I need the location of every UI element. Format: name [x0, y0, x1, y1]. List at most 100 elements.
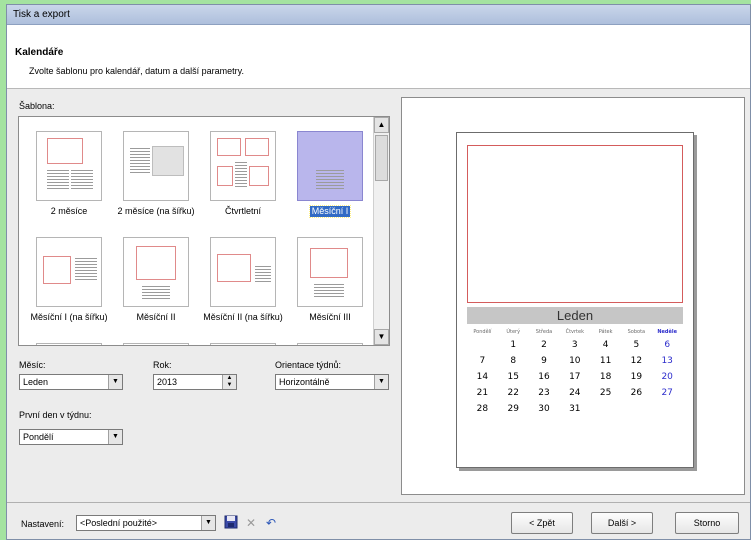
first-day-label: První den v týdnu: [19, 410, 92, 420]
template-thumbnail[interactable] [36, 343, 102, 345]
calendar-day: 11 [599, 356, 612, 366]
template-thumbnail [210, 237, 276, 307]
calendar-day: 9 [541, 356, 547, 366]
template-label: Měsíční II [136, 312, 176, 322]
calendar-day: 31 [569, 404, 581, 414]
weekday-label: Sobota [627, 329, 646, 335]
calendar-week-row: 1 2 3 4 5 6 [467, 337, 683, 353]
first-day-select[interactable]: Pondělí ▼ [19, 429, 123, 445]
calendar-day: 3 [571, 340, 578, 350]
next-button[interactable]: Další > [591, 512, 653, 534]
header-title: Kalendáře [15, 47, 64, 58]
weekday-header-row: Pondělí Úterý Středa Čtvrtek Pátek Sobota Nedě… [467, 327, 683, 337]
calendar-preview: Leden Pondělí Úterý Středa Čtvrtek Pátek Sobo… [401, 97, 745, 495]
template-label: Čtvrtletní [224, 206, 261, 216]
template-quarterly[interactable]: Čtvrtletní [200, 131, 286, 217]
calendar-day: 23 [538, 388, 550, 398]
calendar-day: 17 [569, 372, 581, 382]
calendar-day: 12 [630, 356, 643, 366]
template-thumbnail [36, 237, 102, 307]
scrollbar-thumb[interactable] [375, 135, 388, 181]
month-select[interactable]: Leden ▼ [19, 374, 123, 390]
weekday-label: Středa [535, 329, 553, 335]
calendar-day: 25 [599, 388, 612, 398]
calendar-day: 10 [569, 356, 581, 366]
template-2-months[interactable]: 2 měsíce [26, 131, 112, 217]
calendar-day: 27 [661, 388, 673, 398]
template-monthly-3[interactable]: Měsíční III [287, 237, 373, 323]
title-bar: Tisk a export [7, 5, 750, 25]
chevron-down-icon[interactable]: ▼ [108, 375, 122, 389]
template-monthly-2-landscape[interactable]: Měsíční II (na šířku) [200, 237, 286, 323]
template-monthly-1-landscape[interactable]: Měsíční I (na šířku) [26, 237, 112, 323]
year-spinner[interactable]: 2013 ▲ ▼ [153, 374, 237, 390]
calendar-day: 29 [507, 404, 519, 414]
calendar-week-row: 14 15 16 17 18 19 20 [467, 369, 683, 385]
template-list-scrollbar[interactable]: ▲ ▼ [373, 117, 389, 345]
calendar-day: 24 [569, 388, 581, 398]
template-monthly-2[interactable]: Měsíční II [113, 237, 199, 323]
template-list-label: Šablona: [19, 101, 55, 111]
template-label: Měsíční I (na šířku) [30, 312, 108, 322]
template-thumbnail[interactable] [297, 343, 363, 345]
orientation-select[interactable]: Horizontálně ▼ [275, 374, 389, 390]
month-select-value: Leden [23, 377, 49, 387]
delete-icon[interactable]: ✕ [243, 515, 259, 531]
calendar-day: 15 [507, 372, 519, 382]
chevron-down-icon[interactable]: ▼ [201, 516, 215, 530]
template-2-months-landscape[interactable]: 2 měsíce (na šířku) [113, 131, 199, 217]
template-monthly-1[interactable]: Měsíční I [287, 131, 373, 218]
undo-icon[interactable]: ↶ [263, 515, 279, 531]
orientation-select-value: Horizontálně [279, 377, 330, 387]
calendar-day: 30 [538, 404, 550, 414]
template-thumbnail[interactable] [123, 343, 189, 345]
header-subtitle: Zvolte šablonu pro kalendář, datum a dal… [29, 66, 244, 76]
footer-separator [7, 502, 750, 503]
template-thumbnail [36, 131, 102, 201]
year-spinner-value: 2013 [157, 377, 178, 387]
calendar-day: 20 [661, 372, 673, 382]
template-thumbnail [297, 131, 363, 201]
template-label: 2 měsíce (na šířku) [117, 206, 195, 216]
scroll-up-icon[interactable]: ▲ [374, 117, 389, 133]
settings-select[interactable]: <Poslední použité> ▼ [76, 515, 216, 531]
calendar-day: 5 [633, 340, 640, 350]
chevron-down-icon[interactable]: ▼ [374, 375, 388, 389]
weekday-label: Pondělí [473, 329, 492, 335]
calendar-day: 19 [630, 372, 643, 382]
calendar-day: 7 [479, 356, 486, 366]
year-label: Rok: [153, 360, 172, 370]
calendar-week-row: 21 22 23 24 25 26 27 [467, 385, 683, 401]
weekday-label: Úterý [506, 329, 521, 335]
cancel-button[interactable]: Storno [675, 512, 739, 534]
settings-select-value: <Poslední použité> [80, 518, 158, 528]
calendar-day: 28 [476, 404, 489, 414]
calendar-day: 2 [541, 340, 547, 350]
window-title: Tisk a export [13, 9, 70, 20]
template-list[interactable]: 2 měsíce 2 měsíce (na šířku) Čtvrtletní [18, 116, 390, 346]
first-day-select-value: Pondělí [23, 432, 54, 442]
template-label: Měsíční III [309, 312, 351, 322]
month-label: Měsíc: [19, 360, 46, 370]
calendar-day: 22 [507, 388, 519, 398]
weekday-label: Pátek [598, 329, 613, 335]
settings-label: Nastavení: [21, 519, 65, 529]
calendar-day: 6 [664, 340, 671, 350]
save-icon[interactable] [223, 515, 239, 531]
wizard-header: Kalendáře Zvolte šablonu pro kalendář, d… [7, 25, 750, 89]
scroll-down-icon[interactable]: ▼ [374, 329, 389, 345]
weekday-label: Neděle [657, 329, 677, 335]
photo-placeholder [467, 145, 683, 303]
back-button[interactable]: < Zpět [511, 512, 573, 534]
template-thumbnail[interactable] [210, 343, 276, 345]
calendar-day: 13 [661, 356, 673, 366]
calendar-day: 4 [602, 340, 609, 350]
calendar-week-row: 28 29 30 31 [467, 401, 683, 417]
chevron-down-icon[interactable]: ▼ [108, 430, 122, 444]
calendar-day: 14 [476, 372, 489, 382]
spin-arrows-icon[interactable]: ▲ ▼ [222, 375, 236, 389]
template-thumbnail [297, 237, 363, 307]
template-thumbnail [123, 131, 189, 201]
preview-page: Leden Pondělí Úterý Středa Čtvrtek Pátek Sobo… [456, 132, 694, 468]
calendar-day: 16 [538, 372, 550, 382]
